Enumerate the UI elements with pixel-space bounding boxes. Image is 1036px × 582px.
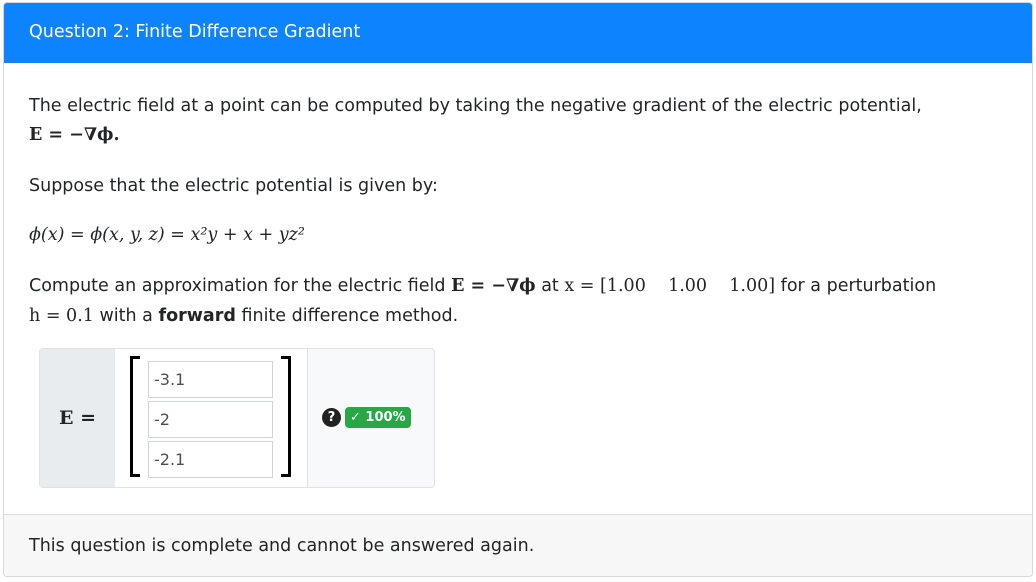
- answer-status: ? ✓ 100%: [322, 407, 411, 428]
- left-bracket: [130, 356, 140, 477]
- method-text-a: with a: [99, 306, 153, 326]
- question-card: Question 2: Finite Difference Gradient T…: [3, 2, 1033, 577]
- task-text-b: for a perturbation: [780, 276, 937, 296]
- potential-intro-text: Suppose that the electric potential is g…: [29, 176, 438, 196]
- question-header: Question 2: Finite Difference Gradient: [4, 3, 1032, 63]
- task-paragraph: Compute an approximation for the electri…: [29, 275, 936, 297]
- task-text-at: at: [541, 276, 559, 296]
- method-paragraph: h = 0.1 with a forward finite difference…: [29, 305, 458, 327]
- gradient-equation-text: E = −∇ϕ.: [29, 125, 120, 145]
- answer-label-text: E =: [58, 407, 97, 429]
- potential-intro: Suppose that the electric potential is g…: [29, 175, 438, 197]
- task-math-field: E = −∇ϕ: [451, 276, 536, 296]
- footer-message: This question is complete and cannot be …: [29, 536, 535, 556]
- question-title: Question 2: Finite Difference Gradient: [29, 22, 361, 42]
- answer-input-2[interactable]: [148, 401, 273, 438]
- potential-formula: ϕ(x) = ϕ(x, y, z) = x²y + x + yz²: [29, 224, 305, 246]
- answer-label: E =: [40, 349, 116, 487]
- potential-formula-text: ϕ(x) = ϕ(x, y, z) = x²y + x + yz²: [29, 225, 305, 245]
- question-body: The electric field at a point can be com…: [4, 63, 1032, 515]
- answer-input-group: E = ? ✓ 100%: [39, 348, 435, 488]
- step-size-math: h = 0.1: [29, 306, 94, 326]
- gradient-equation: E = −∇ϕ.: [29, 124, 120, 146]
- right-bracket: [281, 356, 291, 477]
- question-footer: This question is complete and cannot be …: [4, 514, 1032, 576]
- intro-text: The electric field at a point can be com…: [29, 96, 922, 116]
- answer-matrix: [115, 349, 308, 487]
- method-bold-text: forward: [158, 306, 236, 326]
- task-text-a: Compute an approximation for the electri…: [29, 276, 446, 296]
- intro-paragraph: The electric field at a point can be com…: [29, 95, 922, 117]
- answer-input-1[interactable]: [148, 361, 273, 398]
- score-badge: ✓ 100%: [345, 407, 411, 428]
- question-circle-icon[interactable]: ?: [322, 408, 341, 427]
- method-text-b: finite difference method.: [241, 306, 459, 326]
- answer-input-3[interactable]: [148, 441, 273, 478]
- task-math-point: x = [1.00 1.00 1.00]: [564, 276, 776, 296]
